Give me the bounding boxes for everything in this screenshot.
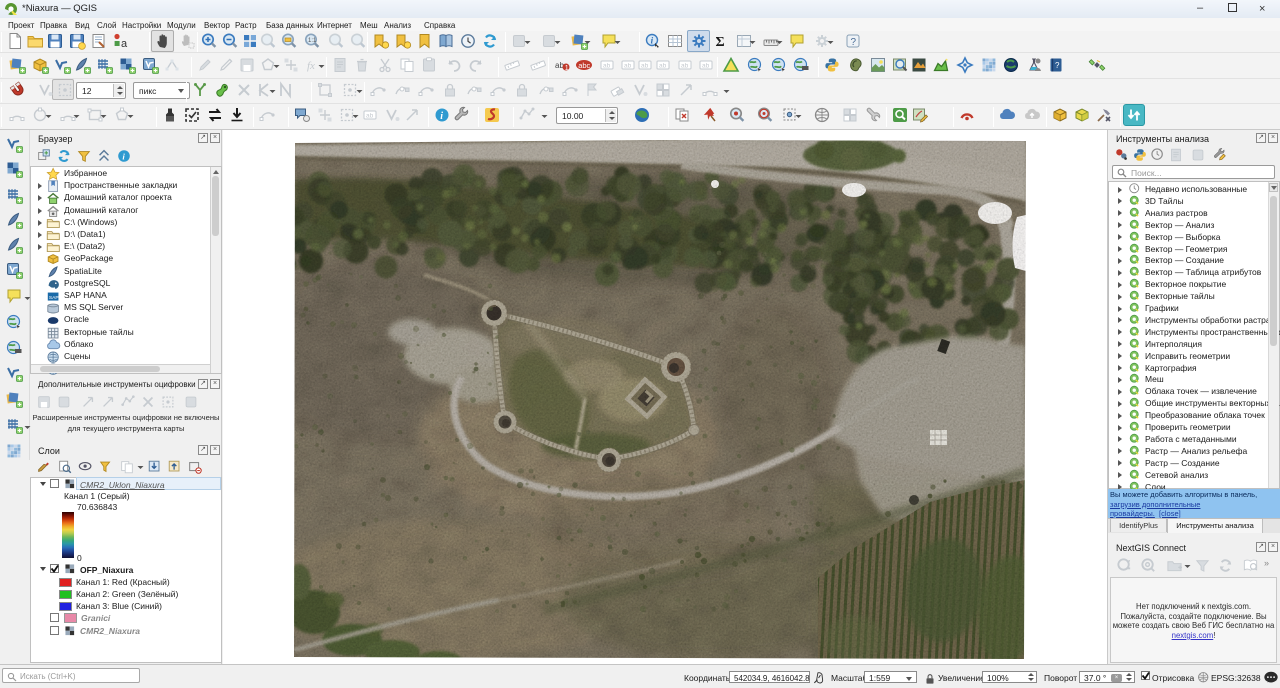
svg-text:fx: fx [307, 60, 315, 72]
svg-text:1:1: 1:1 [308, 38, 317, 44]
svg-text:ab: ab [641, 63, 649, 70]
svg-text:ab: ab [659, 63, 667, 70]
svg-text:ab: ab [702, 63, 710, 70]
svg-text:?: ? [851, 37, 857, 48]
svg-text:ab: ab [603, 63, 611, 70]
svg-text:Σ: Σ [716, 35, 725, 50]
svg-text:ab: ab [681, 63, 689, 70]
svg-text:?: ? [1055, 61, 1060, 70]
svg-text:1: 1 [565, 65, 569, 72]
svg-text:a: a [121, 38, 128, 50]
svg-text:i: i [440, 111, 443, 122]
svg-text:SAP: SAP [49, 295, 59, 301]
svg-text:ab: ab [624, 63, 632, 70]
svg-text:abc: abc [578, 61, 590, 70]
svg-text:ab: ab [366, 113, 374, 120]
